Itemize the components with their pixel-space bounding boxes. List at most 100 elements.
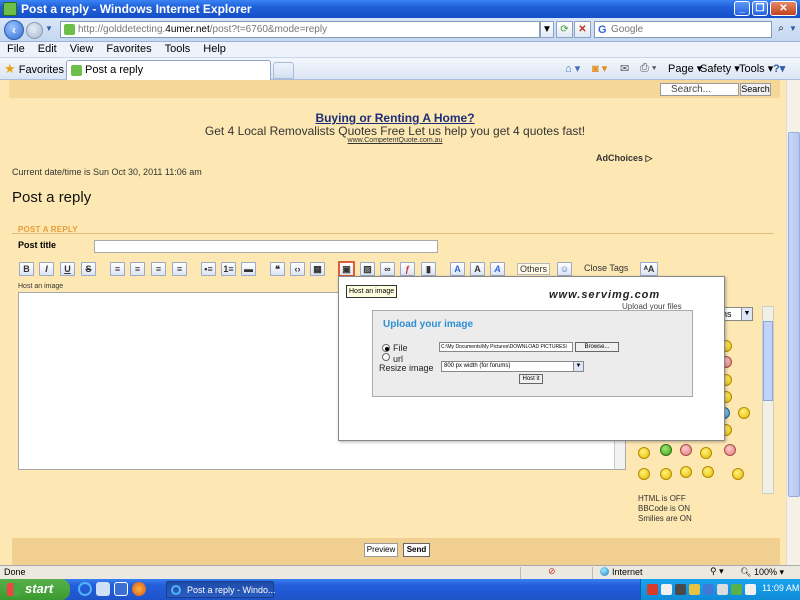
help-icon[interactable]: ?▾ bbox=[773, 62, 785, 75]
horizontal-rule-icon[interactable]: ▬ bbox=[241, 262, 256, 276]
start-button[interactable]: start bbox=[0, 579, 70, 600]
smiley-icon[interactable] bbox=[638, 447, 650, 459]
menu-view[interactable]: View bbox=[63, 42, 100, 55]
send-button[interactable]: Send bbox=[403, 543, 430, 557]
url-radio[interactable] bbox=[382, 353, 390, 361]
back-button[interactable]: ‹ bbox=[4, 20, 24, 40]
network-icon[interactable] bbox=[703, 584, 714, 595]
web-search-field[interactable]: G bbox=[594, 21, 772, 38]
strike-button[interactable]: S bbox=[81, 262, 96, 276]
underline-button[interactable]: U bbox=[60, 262, 75, 276]
align-justify-icon[interactable]: ≡ bbox=[172, 262, 187, 276]
taskbar-item-post-a-reply[interactable]: Post a reply - Windo... bbox=[166, 581, 276, 598]
refresh-icon[interactable]: ⟳ bbox=[556, 21, 573, 38]
bullet-list-icon[interactable]: •≡ bbox=[201, 262, 216, 276]
smiley-icon[interactable] bbox=[724, 444, 736, 456]
menu-file[interactable]: File bbox=[0, 42, 31, 55]
minimize-button[interactable]: _ bbox=[734, 1, 750, 16]
host-it-button[interactable]: Host it bbox=[519, 374, 543, 384]
address-field[interactable]: http://golddetecting.4umer.net/post?t=67… bbox=[60, 21, 540, 38]
others-button[interactable]: Others bbox=[517, 263, 551, 275]
feeds-icon[interactable]: ◙ ▾ bbox=[592, 62, 607, 75]
tray-app-icon[interactable] bbox=[675, 584, 686, 595]
media-player-icon[interactable] bbox=[114, 582, 128, 596]
print-icon[interactable]: ⎙ ▾ bbox=[640, 62, 656, 75]
home-icon[interactable]: ⌂ ▾ bbox=[565, 62, 580, 75]
new-tab-button[interactable] bbox=[273, 62, 294, 79]
close-button[interactable]: ✕ bbox=[770, 1, 797, 16]
tab-post-a-reply[interactable]: Post a reply bbox=[66, 60, 271, 80]
table-icon[interactable]: ▦ bbox=[310, 262, 325, 276]
tray-app-icon[interactable] bbox=[689, 584, 700, 595]
smiley-icon[interactable] bbox=[702, 466, 714, 478]
firefox-icon[interactable] bbox=[132, 582, 146, 596]
host-image-button[interactable]: ▣ bbox=[338, 261, 355, 277]
font-color-icon[interactable]: A bbox=[450, 262, 465, 276]
ad-url-link[interactable]: www.CompetentQuote.com.au bbox=[0, 137, 790, 144]
safety-menu[interactable]: Safety ▾ bbox=[700, 62, 740, 75]
close-tags-button[interactable]: Close Tags bbox=[584, 263, 628, 273]
smilies-scrollbar[interactable] bbox=[762, 306, 774, 494]
smiley-icon[interactable] bbox=[700, 447, 712, 459]
wysiwyg-toggle-icon[interactable]: ᴬA bbox=[640, 262, 658, 276]
history-dropdown-icon[interactable]: ▼ bbox=[45, 24, 53, 33]
code-icon[interactable]: ‹› bbox=[290, 262, 305, 276]
forum-search-button[interactable]: Search bbox=[740, 83, 771, 96]
post-title-input[interactable] bbox=[94, 240, 438, 253]
align-left-icon[interactable]: ≡ bbox=[110, 262, 125, 276]
volume-icon[interactable] bbox=[717, 584, 728, 595]
menu-help[interactable]: Help bbox=[196, 42, 232, 55]
smiley-icon[interactable] bbox=[732, 468, 744, 480]
preview-button[interactable]: Preview bbox=[364, 543, 398, 557]
protected-mode-icon[interactable]: ⚲ ▾ bbox=[710, 566, 724, 577]
tray-app-icon[interactable] bbox=[745, 584, 756, 595]
search-icon[interactable]: ⌕ bbox=[773, 21, 789, 38]
bold-button[interactable]: B bbox=[19, 262, 34, 276]
menu-edit[interactable]: Edit bbox=[31, 42, 63, 55]
file-path-input[interactable]: C:\My Documents\My Pictures\DOWNLOAD PIC… bbox=[439, 342, 573, 352]
tray-app-icon[interactable] bbox=[661, 584, 672, 595]
web-search-input[interactable] bbox=[611, 23, 769, 36]
italic-button[interactable]: I bbox=[39, 262, 54, 276]
ie-quicklaunch-icon[interactable] bbox=[78, 582, 92, 596]
smiley-icon[interactable] bbox=[660, 468, 672, 480]
smiley-icon[interactable] bbox=[680, 466, 692, 478]
file-radio[interactable] bbox=[382, 344, 390, 352]
tray-app-icon[interactable] bbox=[731, 584, 742, 595]
menu-favorites[interactable]: Favorites bbox=[99, 42, 157, 55]
mail-icon[interactable]: ✉ bbox=[620, 62, 629, 75]
menu-tools[interactable]: Tools bbox=[158, 42, 197, 55]
flash-icon[interactable]: ƒ bbox=[400, 262, 415, 276]
zoom-level[interactable]: 🔍︎ 100% ▾ bbox=[740, 567, 784, 578]
quote-icon[interactable]: ❝ bbox=[270, 262, 285, 276]
maximize-button[interactable]: ❐ bbox=[752, 1, 768, 16]
popup-blocker-icon[interactable]: ⊘ bbox=[548, 566, 556, 577]
align-right-icon[interactable]: ≡ bbox=[151, 262, 166, 276]
ad-title-link[interactable]: Buying or Renting A Home? bbox=[0, 111, 790, 125]
forward-button[interactable]: › bbox=[26, 22, 43, 39]
smiley-icon[interactable] bbox=[638, 468, 650, 480]
search-options-icon[interactable]: ▼ bbox=[789, 24, 797, 33]
show-desktop-icon[interactable] bbox=[96, 582, 110, 596]
adchoices-link[interactable]: AdChoices ▷ bbox=[596, 153, 652, 164]
address-dropdown-icon[interactable]: ▼ bbox=[540, 21, 554, 38]
page-menu[interactable]: Page ▾ bbox=[668, 62, 702, 75]
tools-menu[interactable]: Tools ▾ bbox=[739, 62, 773, 75]
font-size-icon[interactable]: A bbox=[470, 262, 485, 276]
stop-icon[interactable]: ✕ bbox=[574, 21, 591, 38]
smilies-scroll-thumb[interactable] bbox=[763, 321, 773, 401]
browse-button[interactable]: Browse... bbox=[575, 342, 619, 352]
font-face-icon[interactable]: A bbox=[490, 262, 505, 276]
align-center-icon[interactable]: ≡ bbox=[130, 262, 145, 276]
image-icon[interactable]: ▨ bbox=[360, 262, 375, 276]
resize-select[interactable]: 800 px width (for forums) ▼ bbox=[441, 361, 584, 372]
link-icon[interactable]: ∞ bbox=[380, 262, 395, 276]
smiley-icon[interactable] bbox=[738, 407, 750, 419]
numbered-list-icon[interactable]: 1≡ bbox=[221, 262, 236, 276]
smiley-icon[interactable] bbox=[660, 444, 672, 456]
page-scroll-thumb[interactable] bbox=[788, 132, 800, 497]
favorites-button[interactable]: ★ Favorites bbox=[4, 61, 64, 77]
smiley-toggle-icon[interactable]: ☺ bbox=[557, 262, 572, 276]
forum-search-input[interactable] bbox=[660, 83, 739, 96]
page-scrollbar[interactable] bbox=[786, 80, 800, 565]
